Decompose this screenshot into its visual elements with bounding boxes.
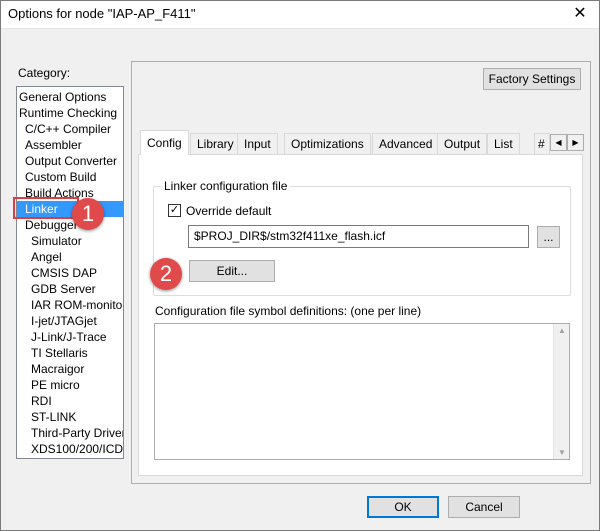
scroll-down-icon[interactable]: ▼ bbox=[554, 448, 570, 457]
tab-more[interactable]: # bbox=[534, 133, 550, 154]
tab-library[interactable]: Library bbox=[190, 133, 241, 154]
category-item-output-converter[interactable]: Output Converter bbox=[17, 153, 117, 169]
symbol-definitions-label: Configuration file symbol definitions: (… bbox=[155, 304, 422, 318]
category-item-c-c-compiler[interactable]: C/C++ Compiler bbox=[17, 121, 111, 137]
tab-input[interactable]: Input bbox=[237, 133, 278, 154]
category-item-runtime-checking[interactable]: Runtime Checking bbox=[17, 105, 117, 121]
category-item-linker[interactable]: Linker bbox=[17, 201, 123, 217]
edit-button[interactable]: Edit... bbox=[189, 260, 275, 282]
category-item-debugger[interactable]: Debugger bbox=[17, 217, 78, 233]
cancel-button[interactable]: Cancel bbox=[448, 496, 520, 518]
category-list[interactable]: General Options Runtime Checking C/C++ Com… bbox=[16, 86, 124, 459]
category-item-angel[interactable]: Angel bbox=[17, 249, 62, 265]
scroll-up-icon[interactable]: ▲ bbox=[554, 326, 570, 335]
category-item-i-jet-jtagjet[interactable]: I-jet/JTAGjet bbox=[17, 313, 97, 329]
tab-advanced[interactable]: Advanced bbox=[372, 133, 440, 154]
category-item-third-party-driver[interactable]: Third-Party Driver bbox=[17, 425, 123, 441]
tab-output[interactable]: Output bbox=[437, 133, 488, 154]
factory-settings-button[interactable]: Factory Settings bbox=[483, 68, 581, 90]
linker-config-group-label: Linker configuration file bbox=[161, 179, 291, 193]
tab-optimizations[interactable]: Optimizations bbox=[284, 133, 371, 154]
symbol-definitions-scrollbar[interactable]: ▲ ▼ bbox=[553, 324, 569, 459]
category-item-iar-rom-monitor[interactable]: IAR ROM-monitor bbox=[17, 297, 123, 313]
category-item-cmsis-dap[interactable]: CMSIS DAP bbox=[17, 265, 97, 281]
annotation-badge-1: 1 bbox=[72, 198, 104, 230]
close-icon[interactable]: ✕ bbox=[560, 0, 600, 29]
override-default-label[interactable]: Override default bbox=[186, 204, 271, 218]
title-bar: Options for node "IAP-AP_F411" ✕ bbox=[0, 0, 600, 29]
category-item-rdi[interactable]: RDI bbox=[17, 393, 52, 409]
symbol-definitions-textarea[interactable]: ▲ ▼ bbox=[154, 323, 570, 460]
window-title: Options for node "IAP-AP_F411" bbox=[8, 6, 196, 21]
category-item-pe-micro[interactable]: PE micro bbox=[17, 377, 80, 393]
category-item-j-link-j-trace[interactable]: J-Link/J-Trace bbox=[17, 329, 107, 345]
category-item-macraigor[interactable]: Macraigor bbox=[17, 361, 84, 377]
category-item-assembler[interactable]: Assembler bbox=[17, 137, 82, 153]
category-item-ti-stellaris[interactable]: TI Stellaris bbox=[17, 345, 88, 361]
ok-button[interactable]: OK bbox=[367, 496, 439, 518]
category-item-xds100-200-icdi[interactable]: XDS100/200/ICDI bbox=[17, 441, 123, 457]
browse-button[interactable]: ... bbox=[537, 226, 560, 248]
category-item-gdb-server[interactable]: GDB Server bbox=[17, 281, 96, 297]
config-file-path-input[interactable]: $PROJ_DIR$/stm32f411xe_flash.icf bbox=[188, 225, 529, 248]
tab-config[interactable]: Config bbox=[140, 130, 189, 155]
category-item-custom-build[interactable]: Custom Build bbox=[17, 169, 96, 185]
tab-scroll-left-icon[interactable]: ◀ bbox=[550, 134, 567, 151]
category-item-simulator[interactable]: Simulator bbox=[17, 233, 82, 249]
category-item-st-link[interactable]: ST-LINK bbox=[17, 409, 76, 425]
tab-scroll-right-icon[interactable]: ▶ bbox=[567, 134, 584, 151]
annotation-badge-2: 2 bbox=[150, 258, 182, 290]
category-label: Category: bbox=[18, 66, 71, 80]
tab-list[interactable]: List bbox=[487, 133, 520, 154]
override-default-checkbox[interactable]: ✓ bbox=[168, 204, 181, 217]
category-item-general-options[interactable]: General Options bbox=[17, 89, 106, 105]
